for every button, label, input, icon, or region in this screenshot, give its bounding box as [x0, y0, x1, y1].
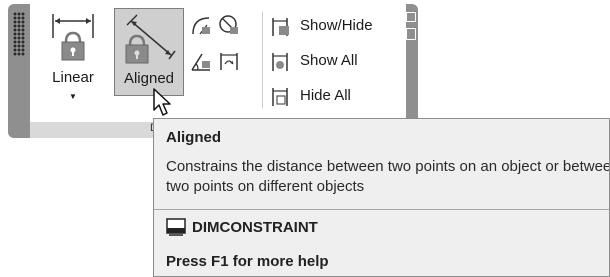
- radial-constraint-icon[interactable]: [190, 14, 212, 36]
- aligned-label: Aligned: [123, 70, 175, 87]
- linear-label: Linear: [52, 69, 94, 86]
- tooltip-divider: [154, 209, 609, 210]
- panel-pin-controls[interactable]: [404, 12, 416, 52]
- tooltip-help: Press F1 for more help: [166, 253, 329, 270]
- pin-icon[interactable]: [406, 12, 416, 22]
- mouse-cursor-icon: [153, 88, 171, 116]
- tooltip-title: Aligned: [166, 129, 221, 146]
- convert-constraint-icon[interactable]: [218, 50, 240, 72]
- hide-all-label: Hide All: [300, 87, 351, 104]
- show-all-constraint-icon: [272, 53, 288, 71]
- angular-constraint-icon[interactable]: [190, 50, 212, 72]
- panel-body: Linear ▼ Aligned Show/Hide Show All Hide…: [30, 4, 406, 122]
- show-all-label: Show All: [300, 52, 358, 69]
- diameter-constraint-icon[interactable]: [218, 14, 240, 36]
- dialog-launcher-icon[interactable]: [406, 28, 416, 40]
- hide-all-constraint-icon: [272, 88, 288, 106]
- tooltip-description: Constrains the distance between two poin…: [166, 158, 610, 195]
- tooltip: Aligned Constrains the distance between …: [153, 118, 610, 277]
- tooltip-command: DIMCONSTRAINT: [192, 219, 318, 236]
- linear-dimension-lock-icon: [52, 14, 94, 61]
- panel-separator: [262, 12, 263, 108]
- command-window-icon: [166, 218, 186, 236]
- show-hide-constraint-icon: [272, 18, 289, 36]
- show-hide-label: Show/Hide: [300, 17, 373, 34]
- chevron-down-icon[interactable]: ▼: [69, 92, 77, 101]
- linear-button[interactable]: Linear ▼: [42, 8, 104, 108]
- panel-grip-handle[interactable]: [13, 12, 25, 56]
- aligned-dimension-lock-icon: [125, 14, 176, 64]
- constraint-small-buttons: [190, 14, 244, 78]
- aligned-button[interactable]: Aligned: [114, 8, 184, 96]
